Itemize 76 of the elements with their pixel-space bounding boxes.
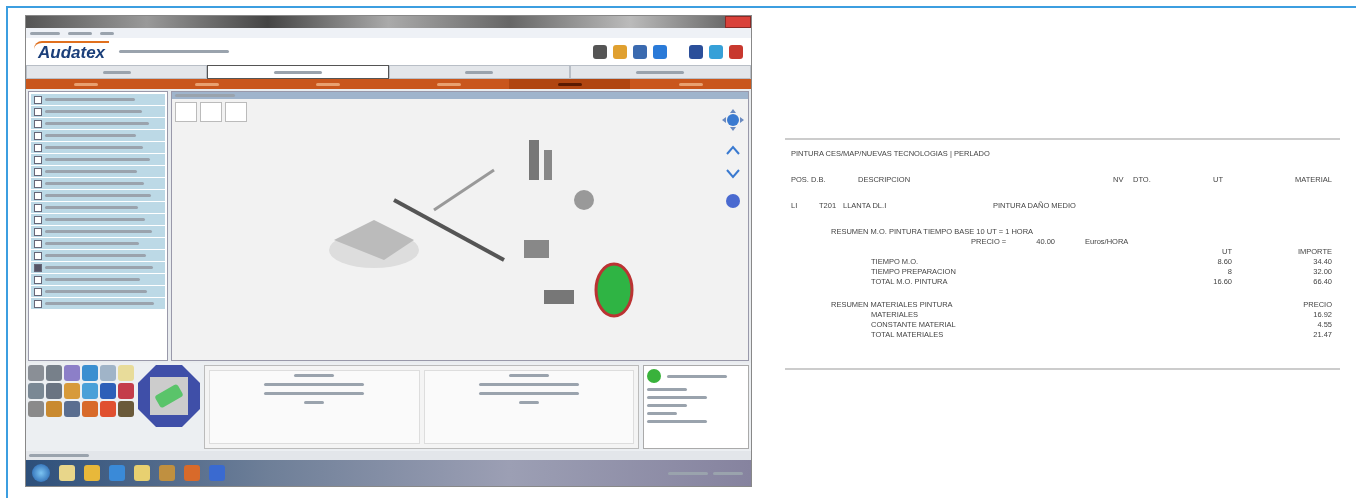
view-mode-button[interactable] [225,102,247,122]
status-icon [647,369,661,383]
list-item[interactable] [31,106,165,117]
tool-icon[interactable] [118,401,134,417]
checkbox[interactable] [34,299,42,308]
checkbox[interactable] [34,251,42,260]
checkbox[interactable] [34,143,42,152]
tool-icon[interactable] [100,401,116,417]
checkbox[interactable] [34,167,42,176]
taskbar-icon[interactable] [159,465,175,481]
list-item[interactable] [31,238,165,249]
tool-icon[interactable] [64,365,80,381]
view-mode-button[interactable] [200,102,222,122]
checkbox[interactable] [34,107,42,116]
checkbox[interactable] [34,95,42,104]
taskbar-icon[interactable] [134,465,150,481]
tab[interactable] [207,65,389,79]
tool-icon[interactable] [46,365,62,381]
list-item[interactable] [31,226,165,237]
list-item[interactable] [31,250,165,261]
zoom-out-icon[interactable] [726,169,740,179]
social-icon[interactable] [689,44,703,59]
view-mode-button[interactable] [175,102,197,122]
tool-icon[interactable] [100,383,116,399]
checkbox[interactable] [34,191,42,200]
checkbox[interactable] [34,215,42,224]
list-item[interactable] [31,262,165,273]
toolbar-icon[interactable] [633,44,647,59]
tool-icon[interactable] [28,401,44,417]
taskbar-icon[interactable] [59,465,75,481]
tool-icon[interactable] [82,383,98,399]
tool-icon[interactable] [100,365,116,381]
list-item[interactable] [31,298,165,309]
checkbox[interactable] [34,179,42,188]
nav-item[interactable] [509,79,631,89]
tool-icon[interactable] [64,383,80,399]
tool-icon[interactable] [28,383,44,399]
checkbox[interactable] [34,275,42,284]
zoom-in-icon[interactable] [726,145,740,155]
checkbox[interactable] [34,119,42,128]
checkbox[interactable] [34,203,42,212]
taskbar-icon[interactable] [84,465,100,481]
part-navigator-icon[interactable] [138,365,200,427]
list-item[interactable] [31,274,165,285]
checkbox[interactable] [34,131,42,140]
reset-view-icon[interactable] [725,193,741,209]
app-logo: Audatex [34,40,110,63]
checkbox[interactable] [34,287,42,296]
tool-icon[interactable] [82,365,98,381]
list-item[interactable] [31,202,165,213]
list-item[interactable] [31,154,165,165]
close-button[interactable] [725,16,751,28]
navigation-pad-icon[interactable] [722,109,744,131]
toolbar-icon[interactable] [653,44,667,59]
list-item[interactable] [31,214,165,225]
checkbox[interactable] [34,155,42,164]
tool-icon[interactable] [82,401,98,417]
list-item[interactable] [31,166,165,177]
tool-icon[interactable] [64,401,80,417]
toolbar-icon[interactable] [593,44,607,59]
tool-icon[interactable] [46,383,62,399]
checkbox[interactable] [34,227,42,236]
start-button[interactable] [32,464,50,482]
list-item[interactable] [31,178,165,189]
checkbox[interactable] [34,239,42,248]
list-item[interactable] [31,190,165,201]
list-item[interactable] [31,94,165,105]
checkbox[interactable] [34,263,42,272]
list-item[interactable] [31,286,165,297]
tool-icon[interactable] [118,383,134,399]
tool-icon[interactable] [46,401,62,417]
social-icon[interactable] [729,44,743,59]
list-item[interactable] [31,142,165,153]
list-item[interactable] [31,130,165,141]
tool-icon[interactable] [28,365,44,381]
list-item[interactable] [31,118,165,129]
